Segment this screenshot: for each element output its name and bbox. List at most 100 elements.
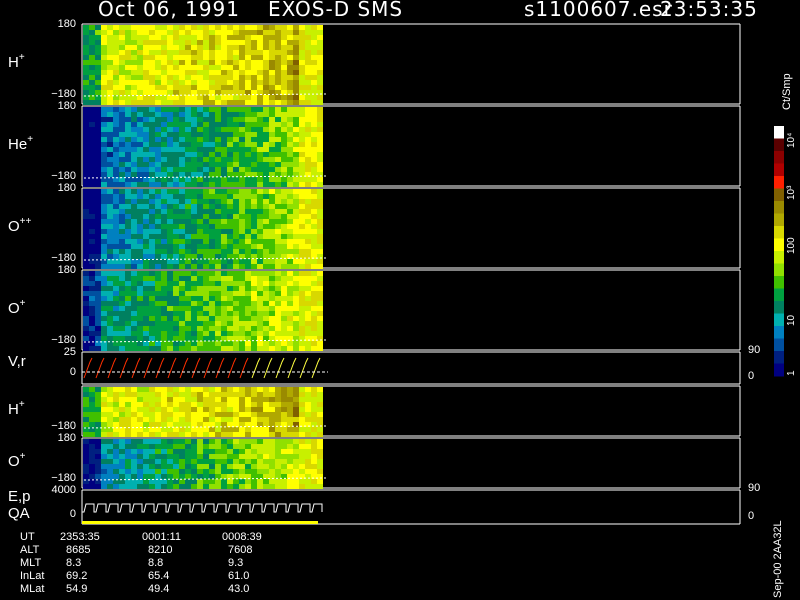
spectrogram-cell	[149, 464, 155, 469]
spectrogram-cell	[287, 137, 293, 142]
spectrogram-cell	[173, 464, 179, 469]
spectrogram-cell	[263, 412, 269, 417]
spectrogram-cell	[263, 229, 269, 234]
spectrogram-cell	[215, 45, 221, 50]
spectrogram-cell	[233, 60, 239, 65]
spectrogram-cell	[209, 459, 215, 464]
spectrogram-cell	[287, 199, 293, 204]
spectrogram-cell	[173, 152, 179, 157]
spectrogram-cell	[233, 387, 239, 392]
spectrogram-cell	[215, 432, 221, 437]
spectrogram-cell	[239, 107, 245, 112]
spectrogram-cell	[119, 214, 125, 219]
spectrogram-cell	[263, 244, 269, 249]
spectrogram-cell	[281, 157, 287, 162]
spectrogram-cell	[203, 189, 209, 194]
spectrogram-cell	[83, 152, 89, 157]
spectrogram-cell	[101, 296, 107, 301]
spectrogram-cell	[179, 479, 185, 484]
spectrogram-cell	[161, 152, 167, 157]
panel-label: O+	[8, 298, 26, 317]
spectrogram-cell	[155, 90, 161, 95]
spectrogram-cell	[305, 142, 311, 147]
spectrogram-cell	[173, 387, 179, 392]
spectrogram-cell	[179, 75, 185, 80]
header-instrument: EXOS-D SMS	[268, 0, 404, 21]
spectrogram-cell	[155, 219, 161, 224]
spectrogram-cell	[101, 412, 107, 417]
footer-label: MLat	[20, 583, 45, 595]
spectrogram-cell	[311, 214, 317, 219]
spectrogram-cell	[161, 229, 167, 234]
spectrogram-cell	[89, 112, 95, 117]
spectrogram-cell	[101, 417, 107, 422]
spectrogram-cell	[257, 417, 263, 422]
spectrogram-cell	[137, 346, 143, 351]
spectrogram-cell	[203, 331, 209, 336]
spectrogram-cell	[251, 189, 257, 194]
spectrogram-cell	[305, 147, 311, 152]
spectrogram-cell	[239, 45, 245, 50]
spectrogram-cell	[299, 464, 305, 469]
spectrogram-cell	[245, 311, 251, 316]
spectrogram-cell	[95, 271, 101, 276]
spectrogram-cell	[299, 132, 305, 137]
spectrogram-cell	[275, 80, 281, 85]
spectrogram-cell	[203, 45, 209, 50]
spectrogram-cell	[161, 204, 167, 209]
spectrogram-cell	[107, 80, 113, 85]
spectrogram-cell	[275, 30, 281, 35]
spectrogram-cell	[203, 276, 209, 281]
spectrogram-cell	[257, 50, 263, 55]
spectrogram-cell	[269, 214, 275, 219]
spectrogram-cell	[221, 45, 227, 50]
spectrogram-cell	[305, 100, 311, 105]
spectrogram-cell	[173, 90, 179, 95]
spectrogram-cell	[245, 412, 251, 417]
spectrogram-cell	[131, 219, 137, 224]
spectrogram-cell	[233, 182, 239, 187]
spectrogram-cell	[233, 45, 239, 50]
spectrogram-cell	[311, 454, 317, 459]
spectrogram-cell	[275, 326, 281, 331]
footer-value: 0001:11	[142, 531, 181, 543]
spectrogram-cell	[137, 444, 143, 449]
spectrogram-cell	[89, 276, 95, 281]
spectrogram-cell	[209, 157, 215, 162]
spectrogram-cell	[101, 75, 107, 80]
spectrogram-cell	[209, 122, 215, 127]
spectrogram-cell	[173, 219, 179, 224]
spectrogram-cell	[251, 331, 257, 336]
spectrogram-cell	[173, 50, 179, 55]
spectrogram-cell	[161, 264, 167, 269]
velocity-trace	[191, 357, 201, 379]
spectrogram-cell	[281, 439, 287, 444]
spectrogram-cell	[95, 326, 101, 331]
spectrogram-cell	[137, 326, 143, 331]
spectrogram-cell	[311, 142, 317, 147]
spectrogram-cell	[83, 291, 89, 296]
spectrogram-cell	[257, 259, 263, 264]
spectrogram-cell	[83, 417, 89, 422]
spectrogram-cell	[245, 459, 251, 464]
spectrogram-cell	[119, 264, 125, 269]
spectrogram-cell	[203, 60, 209, 65]
spectrogram-cell	[161, 464, 167, 469]
spectrogram-cell	[149, 224, 155, 229]
spectrogram-cell	[107, 127, 113, 132]
spectrogram-cell	[137, 85, 143, 90]
spectrogram-cell	[125, 474, 131, 479]
spectrogram-cell	[203, 459, 209, 464]
spectrogram-cell	[209, 85, 215, 90]
spectrogram-cell	[83, 90, 89, 95]
spectrogram-cell	[179, 346, 185, 351]
spectrogram-cell	[245, 326, 251, 331]
spectrogram-cell	[107, 326, 113, 331]
spectrogram-cell	[149, 296, 155, 301]
spectrogram-cell	[269, 199, 275, 204]
spectrogram-cell	[245, 244, 251, 249]
footer-value: 8210	[148, 544, 173, 556]
spectrogram-cell	[209, 127, 215, 132]
spectrogram-cell	[149, 412, 155, 417]
spectrogram-cell	[83, 65, 89, 70]
